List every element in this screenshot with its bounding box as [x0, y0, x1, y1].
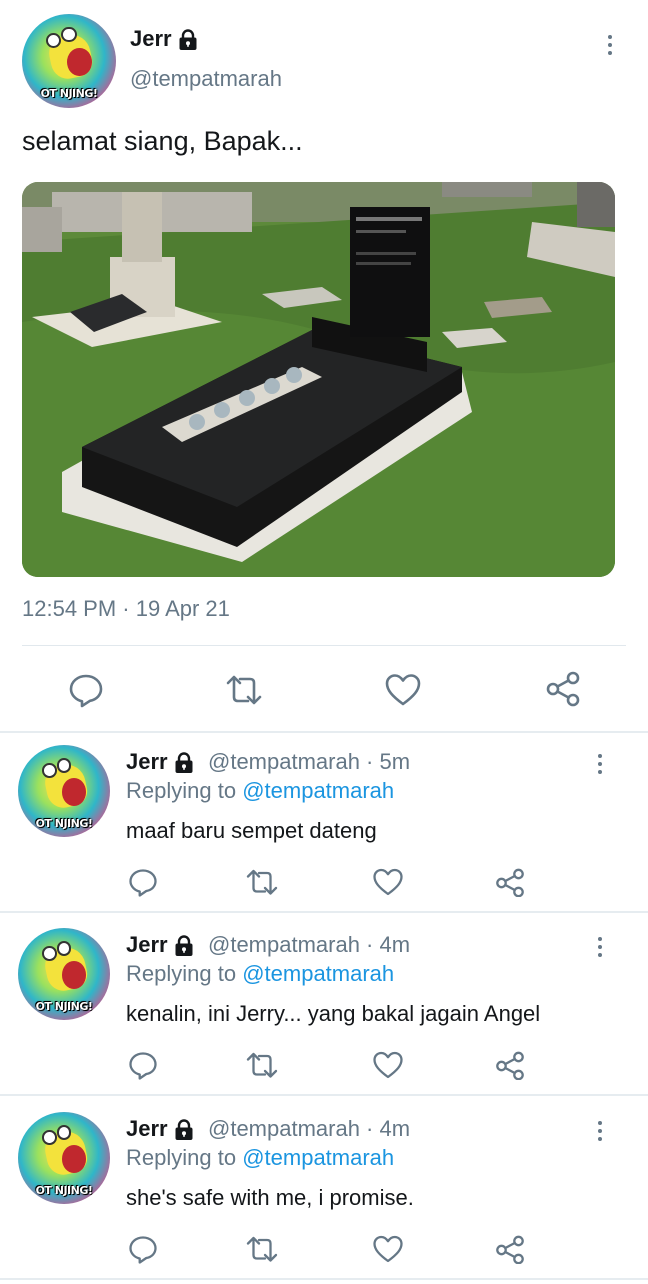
lock-icon	[175, 935, 193, 957]
share-icon[interactable]	[494, 867, 526, 897]
reply-tweet[interactable]: OT NJING! Jerr @tempatmarah · 5m Replyin…	[0, 735, 648, 917]
avatar[interactable]: OT NJING!	[18, 1112, 110, 1204]
retweet-icon[interactable]	[224, 672, 264, 708]
replying-to: Replying to @tempatmarah	[126, 961, 394, 987]
tweet-text: selamat siang, Bapak...	[22, 126, 303, 156]
like-icon[interactable]	[384, 672, 422, 708]
lock-icon	[175, 1119, 193, 1141]
retweet-icon[interactable]	[245, 1050, 279, 1080]
display-name[interactable]: Jerr	[126, 932, 168, 957]
handle[interactable]: @tempatmarah	[130, 66, 282, 92]
lock-icon	[179, 29, 197, 51]
more-options-icon[interactable]	[590, 749, 610, 779]
more-options-icon[interactable]	[600, 30, 620, 60]
reply-icon[interactable]	[128, 1234, 158, 1264]
mention-link[interactable]: @tempatmarah	[242, 961, 394, 986]
mention-link[interactable]: @tempatmarah	[242, 1145, 394, 1170]
replying-prefix: Replying to	[126, 1145, 237, 1170]
avatar-caption: OT NJING!	[35, 816, 93, 830]
handle-time[interactable]: @tempatmarah · 5m	[208, 749, 410, 775]
share-icon[interactable]	[494, 1050, 526, 1080]
replying-to: Replying to @tempatmarah	[126, 1145, 394, 1171]
avatar-caption: OT NJING!	[35, 999, 93, 1013]
tweet-timestamp[interactable]: 12:54 PM · 19 Apr 21	[22, 596, 230, 622]
divider	[0, 1094, 648, 1096]
display-name[interactable]: Jerr	[126, 1116, 168, 1141]
divider	[0, 911, 648, 913]
tweet-photo[interactable]	[22, 182, 615, 577]
reply-tweet[interactable]: OT NJING! Jerr @tempatmarah · 4m Replyin…	[0, 1102, 648, 1284]
reply-text: she's safe with me, i promise.	[126, 1185, 414, 1210]
reply-icon[interactable]	[128, 867, 158, 897]
retweet-icon[interactable]	[245, 1234, 279, 1264]
display-name-row[interactable]: Jerr	[126, 1116, 194, 1142]
grave-photo	[22, 182, 615, 577]
reply-text: kenalin, ini Jerry... yang bakal jagain …	[126, 1001, 541, 1026]
display-name-row[interactable]: Jerr	[126, 932, 194, 958]
avatar[interactable]: OT NJING!	[22, 14, 116, 108]
reply-icon[interactable]	[68, 672, 104, 708]
avatar[interactable]: OT NJING!	[18, 745, 110, 837]
replying-to: Replying to @tempatmarah	[126, 778, 394, 804]
mention-link[interactable]: @tempatmarah	[242, 778, 394, 803]
replying-prefix: Replying to	[126, 961, 237, 986]
avatar-caption: OT NJING!	[35, 1183, 93, 1197]
share-icon[interactable]	[494, 1234, 526, 1264]
handle-time[interactable]: @tempatmarah · 4m	[208, 932, 410, 958]
share-icon[interactable]	[544, 670, 582, 708]
display-name[interactable]: Jerr	[130, 26, 172, 51]
avatar-caption: OT NJING!	[40, 87, 98, 101]
retweet-icon[interactable]	[245, 867, 279, 897]
display-name-row[interactable]: Jerr	[126, 749, 194, 775]
like-icon[interactable]	[372, 867, 404, 897]
lock-icon	[175, 752, 193, 774]
avatar[interactable]: OT NJING!	[18, 928, 110, 1020]
handle-time[interactable]: @tempatmarah · 4m	[208, 1116, 410, 1142]
reply-tweet[interactable]: OT NJING! Jerr @tempatmarah · 4m Replyin…	[0, 918, 648, 1100]
divider	[0, 731, 648, 733]
like-icon[interactable]	[372, 1234, 404, 1264]
more-options-icon[interactable]	[590, 1116, 610, 1146]
display-name-row[interactable]: Jerr	[130, 26, 198, 52]
reply-icon[interactable]	[128, 1050, 158, 1080]
more-options-icon[interactable]	[590, 932, 610, 962]
reply-text: maaf baru sempet dateng	[126, 818, 377, 843]
like-icon[interactable]	[372, 1050, 404, 1080]
replying-prefix: Replying to	[126, 778, 237, 803]
display-name[interactable]: Jerr	[126, 749, 168, 774]
divider	[22, 645, 626, 646]
